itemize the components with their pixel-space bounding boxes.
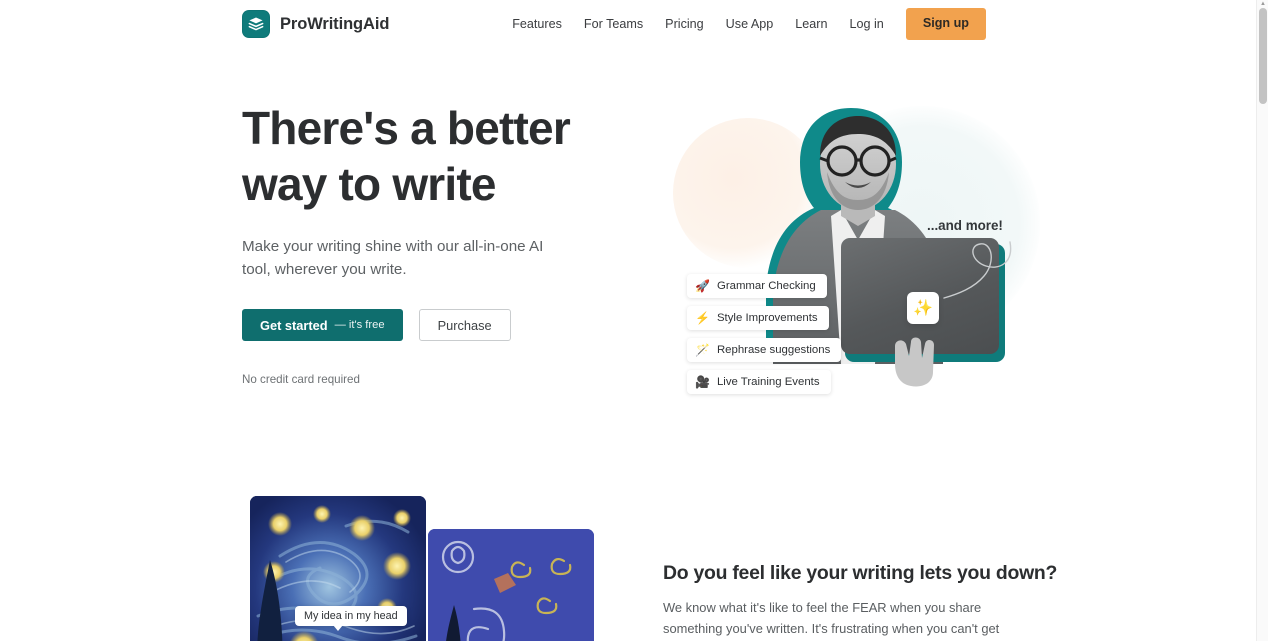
book-pages-icon [242,10,270,38]
nav-item-pricing[interactable]: Pricing [654,12,715,37]
feature-chip-live-training-events: 🎥 Live Training Events [687,370,831,394]
get-started-button[interactable]: Get started — it's free [242,309,403,342]
get-started-label: Get started [260,317,328,333]
page-scrollbar[interactable]: ▲ [1256,0,1268,641]
hero-title-line-1: There's a better [242,102,571,154]
feature-chip-rephrase-suggestions: 🪄 Rephrase suggestions [687,338,842,362]
main-navigation: Features For Teams Pricing Use App Learn… [501,0,986,48]
purchase-button[interactable]: Purchase [418,309,511,342]
get-started-note: — it's free [334,319,385,332]
feature-chip-label: Rephrase suggestions [716,344,831,356]
sparkle-chip: ✨ [907,292,939,324]
hero-subtitle: Make your writing shine with our all-in-… [242,238,544,279]
starry-night-comparison: My idea in my head [242,496,594,641]
idea-bubble: My idea in my head [295,606,407,631]
section2-copy: Do you feel like your writing lets you d… [663,562,1058,641]
hero-section: There's a better way to write Make your … [0,48,1256,468]
lightning-icon: ⚡ [695,311,710,325]
hero-copy: There's a better way to write Make your … [242,100,642,386]
starry-night-sketch [428,529,594,641]
hand [895,337,934,387]
section2-body: We know what it's like to feel the FEAR … [663,600,1000,636]
brand-logo-link[interactable]: ProWritingAid [242,10,389,38]
sign-up-button[interactable]: Sign up [905,8,986,40]
feature-chip-style-improvements: ⚡ Style Improvements [687,306,829,330]
scrollbar-up-arrow[interactable]: ▲ [1257,0,1268,8]
section2-title: Do you feel like your writing lets you d… [663,562,1058,584]
and-more-annotation: ...and more! [927,218,1003,233]
site-header: ProWritingAid Features For Teams Pricing… [0,0,1256,48]
hero-title: There's a better way to write [242,100,642,212]
nav-item-for-teams[interactable]: For Teams [573,12,654,37]
feature-chip-grammar-checking: 🚀 Grammar Checking [687,274,827,298]
feature-chip-list: 🚀 Grammar Checking ⚡ Style Improvements … [687,274,842,394]
nav-item-learn[interactable]: Learn [784,12,838,37]
video-camera-icon: 🎥 [695,375,710,389]
scrollbar-thumb[interactable] [1259,8,1267,104]
feature-chip-label: Live Training Events [716,376,820,388]
feature-chip-label: Grammar Checking [716,280,816,292]
nav-item-features[interactable]: Features [501,12,573,37]
rocket-icon: 🚀 [695,279,710,293]
sparkle-icon: ✨ [913,300,933,317]
feature-chip-label: Style Improvements [716,312,818,324]
writing-lets-you-down-section: My idea in my head Do you feel like your… [0,468,1256,641]
nav-item-log-in[interactable]: Log in [839,12,895,37]
hero-illustration: ✨ ...and more! 🚀 Grammar Checking ⚡ Styl… [655,96,1055,436]
brand-name: ProWritingAid [280,14,390,33]
hero-cta-group: Get started — it's free Purchase [242,309,642,342]
sketch-art [428,529,594,641]
magic-wand-icon: 🪄 [695,343,710,357]
hero-title-line-2: way to write [242,158,496,211]
hero-fineprint: No credit card required [242,373,360,387]
landing-page: ProWritingAid Features For Teams Pricing… [0,0,1268,641]
nav-item-use-app[interactable]: Use App [715,12,785,37]
